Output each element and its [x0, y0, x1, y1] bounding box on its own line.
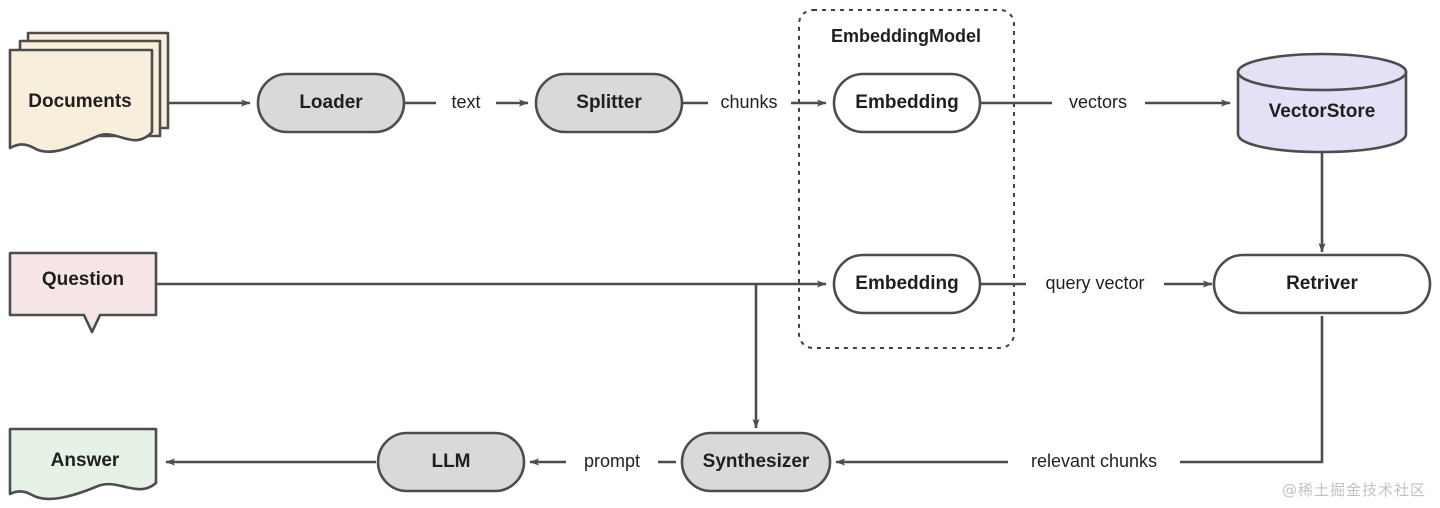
question-label: Question: [42, 269, 124, 290]
splitter-label: Splitter: [576, 92, 642, 113]
node-loader[interactable]: Loader: [256, 72, 406, 134]
node-documents[interactable]: Documents: [8, 31, 170, 153]
edge-label-relevant-chunks: relevant chunks: [1031, 451, 1157, 471]
node-llm[interactable]: LLM: [376, 431, 526, 493]
edge-retriever-to-synthesizer-a: [1180, 316, 1324, 464]
node-synthesizer[interactable]: Synthesizer: [680, 431, 832, 493]
node-question[interactable]: Question: [8, 251, 158, 334]
edge-label-layer: text chunks vectors query vector relevan…: [436, 92, 1180, 473]
answer-label: Answer: [51, 450, 120, 471]
documents-label: Documents: [28, 91, 131, 112]
edge-label-query-vector: query vector: [1045, 273, 1144, 293]
node-splitter[interactable]: Splitter: [534, 72, 684, 134]
node-vectorstore[interactable]: VectorStore: [1236, 52, 1408, 154]
rag-pipeline-diagram: EmbeddingModel text chunks vectors query…: [8, 9, 1432, 501]
embedding-index-label: Embedding: [855, 92, 958, 113]
synthesizer-label: Synthesizer: [703, 451, 810, 472]
node-embedding-query[interactable]: Embedding: [832, 253, 982, 315]
question-bubble: [8, 251, 158, 334]
node-embedding-index[interactable]: Embedding: [832, 72, 982, 134]
embedding-model-group-label: EmbeddingModel: [831, 26, 981, 46]
llm-label: LLM: [431, 451, 470, 472]
embedding-query-label: Embedding: [855, 273, 958, 294]
edge-label-vectors: vectors: [1069, 92, 1127, 112]
edge-label-text: text: [451, 92, 480, 112]
node-retriever[interactable]: Retriver: [1212, 253, 1432, 315]
diagram-canvas: EmbeddingModel text chunks vectors query…: [0, 0, 1440, 508]
vectorstore-top-ellipse: [1236, 52, 1408, 92]
retriever-label: Retriver: [1286, 273, 1358, 294]
loader-label: Loader: [299, 92, 363, 113]
watermark: @稀土掘金技术社区: [1281, 481, 1426, 499]
node-answer[interactable]: Answer: [8, 427, 158, 501]
edge-label-prompt: prompt: [584, 451, 640, 471]
vectorstore-label: VectorStore: [1269, 101, 1376, 122]
edge-label-chunks: chunks: [720, 92, 777, 112]
